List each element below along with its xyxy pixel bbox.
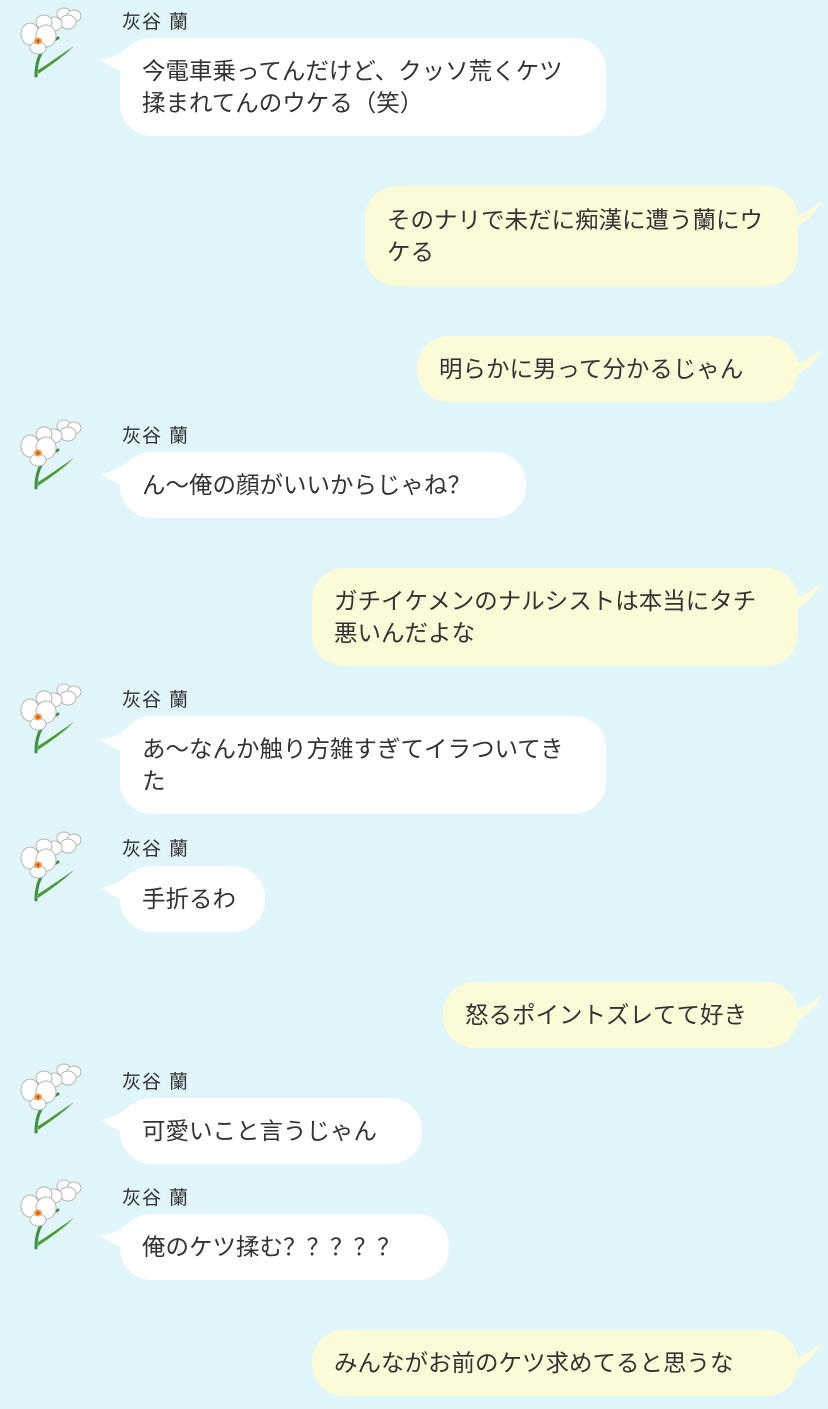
message-bubble[interactable]: 手折るわ xyxy=(120,866,265,932)
message-bubble[interactable]: そのナリで未だに痴漢に遭う蘭にウケる xyxy=(365,186,798,286)
orchid-icon xyxy=(20,1179,82,1250)
message-bubble[interactable]: 明らかに男って分かるじゃん xyxy=(417,336,798,402)
avatar[interactable] xyxy=(14,828,90,904)
message-bubble[interactable]: あ〜なんか触り方雑すぎてイラついてきた xyxy=(120,716,606,814)
sender-name: 灰谷 蘭 xyxy=(122,425,190,447)
sender-name: 灰谷 蘭 xyxy=(122,689,190,711)
avatar[interactable] xyxy=(14,4,90,80)
message-bubble[interactable]: 俺のケツ揉む？？？？？ xyxy=(120,1214,449,1280)
message-bubble[interactable]: ガチイケメンのナルシストは本当にタチ悪いんだよな xyxy=(312,568,798,666)
avatar[interactable] xyxy=(14,680,90,756)
avatar[interactable] xyxy=(14,1176,90,1252)
orchid-icon xyxy=(20,419,82,490)
sender-name: 灰谷 蘭 xyxy=(122,838,190,860)
orchid-icon xyxy=(20,831,82,902)
orchid-icon xyxy=(20,683,82,754)
avatar[interactable] xyxy=(14,416,90,492)
message-bubble[interactable]: 今電車乗ってんだけど、クッソ荒くケツ揉まれてんのウケる（笑） xyxy=(120,38,606,136)
sender-name: 灰谷 蘭 xyxy=(122,1187,190,1209)
avatar[interactable] xyxy=(14,1060,90,1136)
message-bubble[interactable]: ん〜俺の顔がいいからじゃね？ xyxy=(120,452,526,518)
orchid-icon xyxy=(20,1063,82,1134)
message-bubble[interactable]: みんながお前のケツ求めてると思うな xyxy=(312,1330,798,1396)
sender-name: 灰谷 蘭 xyxy=(122,1071,190,1093)
message-bubble[interactable]: 可愛いこと言うじゃん xyxy=(120,1098,422,1164)
sender-name: 灰谷 蘭 xyxy=(122,11,190,33)
chat-thread: 灰谷 蘭 今電車乗ってんだけど、クッソ荒くケツ揉まれてんのウケる（笑） そのナリ… xyxy=(0,0,828,1409)
message-bubble[interactable]: 怒るポイントズレてて好き xyxy=(443,982,798,1048)
orchid-icon xyxy=(20,7,82,78)
